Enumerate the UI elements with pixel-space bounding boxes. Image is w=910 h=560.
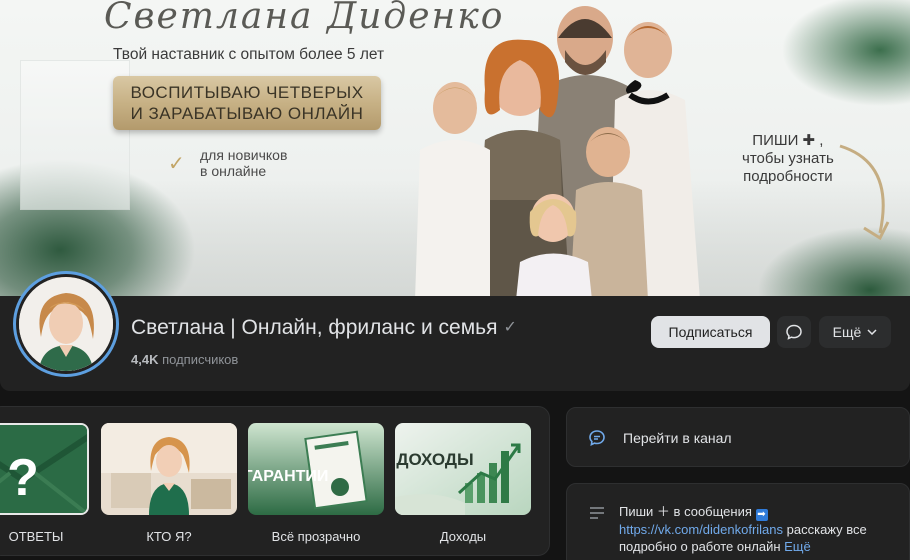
family-photo [415,6,700,300]
subscribe-button[interactable]: Подписаться [651,316,770,348]
about-text-part: Пиши [619,504,657,519]
subscribers-count[interactable]: 4,4K подписчиков [131,352,238,367]
profile-name: Светлана | Онлайн, фриланс и семья ✓ [131,316,517,340]
about-line-1: Пиши ＋ в сообщения ➡ [619,503,889,521]
highlight-thumb-about [101,423,237,515]
highlight-thumb-income: ДОХОДЫ [395,423,531,515]
about-description: Пиши ＋ в сообщения ➡ https://vk.com/dide… [619,503,889,555]
subscribers-number: 4,4K [131,352,159,367]
text-lines-icon [590,507,604,519]
cover-image[interactable]: Светлана Диденко Твой наставник с опытом… [0,0,910,300]
about-vk-link[interactable]: https://vk.com/didenkofrilans [619,522,783,537]
highlight-thumb-text-income: ДОХОДЫ [396,450,473,469]
cover-beginners-line-1: для новичков [200,147,288,163]
about-more-link[interactable]: Ещё [784,539,811,554]
verified-check-icon: ✓ [503,319,517,336]
cover-badge-line-1: ВОСПИТЫВАЮ ЧЕТВЕРЫХ [130,83,364,102]
go-to-channel-card[interactable]: Перейти в канал [566,407,910,467]
svg-text:?: ? [7,449,39,507]
highlight-item[interactable]: ГАРАНТИИ Всё прозрачно [248,423,384,544]
highlight-label: КТО Я? [146,529,192,544]
highlights-panel: ? ОТВЕТЫ КТО Я? ГАРАНТИИ Всё прозрачно Д… [0,406,550,556]
highlight-label: Доходы [439,529,487,544]
chat-bubble-icon [786,324,802,340]
highlight-thumb-answers: ? [0,423,89,515]
highlight-thumb-guarantees: ГАРАНТИИ [248,423,384,515]
more-button[interactable]: Ещё [819,316,891,348]
profile-header: Светлана | Онлайн, фриланс и семья ✓ 4,4K… [0,271,910,391]
cover-subtitle: Твой наставник с опытом более 5 лет [113,46,385,63]
highlight-thumb-text-guarantees: ГАРАНТИИ [248,468,328,485]
curved-arrow-icon [839,144,890,241]
highlight-item[interactable]: КТО Я? [101,423,237,544]
highlight-label: Всё прозрачно [271,529,361,544]
cover-beginners-note: для новичков в онлайне [200,147,287,179]
highlight-label: ОТВЕТЫ [8,529,64,544]
about-text-part: подробно о работе онлайн [619,539,781,554]
chevron-down-icon [867,329,877,335]
cover-beginners-line-2: в онлайне [200,163,267,179]
highlight-item[interactable]: ? ОТВЕТЫ [0,423,89,544]
about-text-part: в сообщения [669,504,756,519]
about-line-2: https://vk.com/didenkofrilans расскажу в… [619,521,889,538]
message-button[interactable] [777,316,811,348]
group-page: Светлана Диденко Твой наставник с опытом… [0,0,910,560]
go-to-channel-label: Перейти в канал [623,430,732,446]
profile-name-text: Светлана | Онлайн, фриланс и семья [131,316,498,339]
avatar[interactable] [13,271,119,377]
cover-badge: ВОСПИТЫВАЮ ЧЕТВЕРЫХ И ЗАРАБАТЫВАЮ ОНЛАЙН [113,76,381,130]
channel-chat-icon [589,430,605,446]
subscribers-label: подписчиков [162,352,239,367]
checkmark-icon: ✓ [168,153,185,175]
plus-symbol: ＋ [656,504,670,519]
right-arrow-emoji-icon: ➡ [755,509,768,521]
highlight-item[interactable]: ДОХОДЫ Доходы [395,423,531,544]
cover-badge-line-2: И ЗАРАБАТЫВАЮ ОНЛАЙН [130,104,364,123]
about-line-3: подробно о работе онлайн Ещё [619,538,889,555]
more-button-label: Ещё [832,324,862,340]
about-card: Пиши ＋ в сообщения ➡ https://vk.com/dide… [566,483,910,560]
about-text-part: расскажу все [783,522,867,537]
avatar-photo [19,277,113,371]
